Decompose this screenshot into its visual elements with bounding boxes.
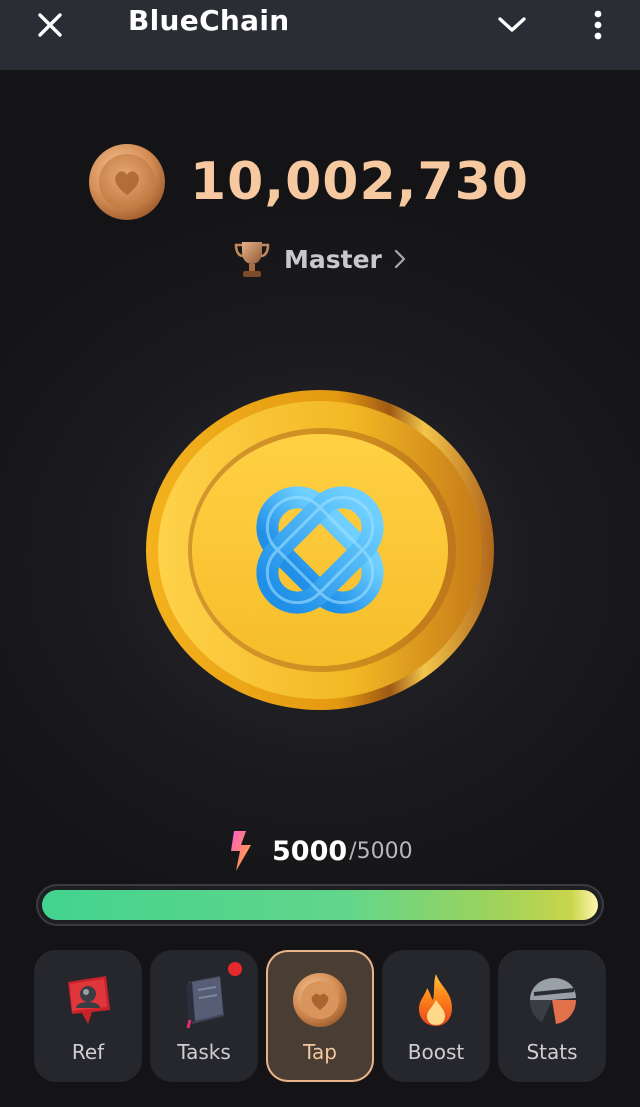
nav-label-tap: Tap (303, 1040, 337, 1064)
header-bar: BlueChain (0, 0, 640, 70)
energy-separator: / (349, 838, 357, 864)
more-vertical-icon (594, 10, 602, 40)
energy-counter: 5000 / 5000 (226, 826, 413, 876)
chevron-right-icon (394, 249, 405, 269)
trophy-icon (234, 242, 270, 277)
chevron-down-icon (498, 17, 526, 32)
fire-icon (419, 974, 452, 1026)
bottom-nav: Ref Tasks Tap Boost Stats (34, 950, 606, 1084)
league-label: Master (284, 244, 382, 274)
nav-item-boost[interactable]: Boost (382, 950, 490, 1082)
more-menu-button[interactable] (578, 0, 618, 50)
nav-label-boost: Boost (407, 1040, 465, 1064)
energy-progress-fill (42, 890, 598, 920)
nav-label-stats: Stats (526, 1040, 578, 1064)
close-icon (38, 13, 62, 37)
app-screen: BlueChain 10,002,730 Master 5000 / 5000 … (0, 0, 640, 1107)
balance-value: 10,002,730 (190, 152, 529, 212)
coin-icon (293, 973, 347, 1027)
coin-icon (89, 144, 165, 220)
nav-item-tap[interactable]: Tap (266, 950, 374, 1082)
energy-max: 5000 (356, 838, 413, 864)
tasks-badge-dot (228, 962, 242, 976)
notebook-icon (186, 976, 224, 1029)
collapse-button[interactable] (486, 0, 538, 50)
energy-progress-bar (36, 884, 604, 926)
league-link[interactable]: Master (232, 236, 406, 282)
referral-icon (68, 976, 110, 1024)
energy-current: 5000 (272, 835, 348, 867)
nav-label-tasks: Tasks (177, 1040, 231, 1064)
lightning-icon (231, 831, 251, 871)
nav-item-ref[interactable]: Ref (34, 950, 142, 1082)
app-title: BlueChain (128, 4, 290, 37)
nav-label-ref: Ref (71, 1040, 105, 1064)
close-button[interactable] (22, 0, 78, 50)
nav-item-tasks[interactable]: Tasks (150, 950, 258, 1082)
stats-icon (530, 978, 576, 1024)
balance-display: 10,002,730 (86, 142, 529, 222)
tap-coin-button[interactable] (144, 388, 496, 712)
nav-item-stats[interactable]: Stats (498, 950, 606, 1082)
bluechain-logo-coin-icon (146, 390, 494, 710)
